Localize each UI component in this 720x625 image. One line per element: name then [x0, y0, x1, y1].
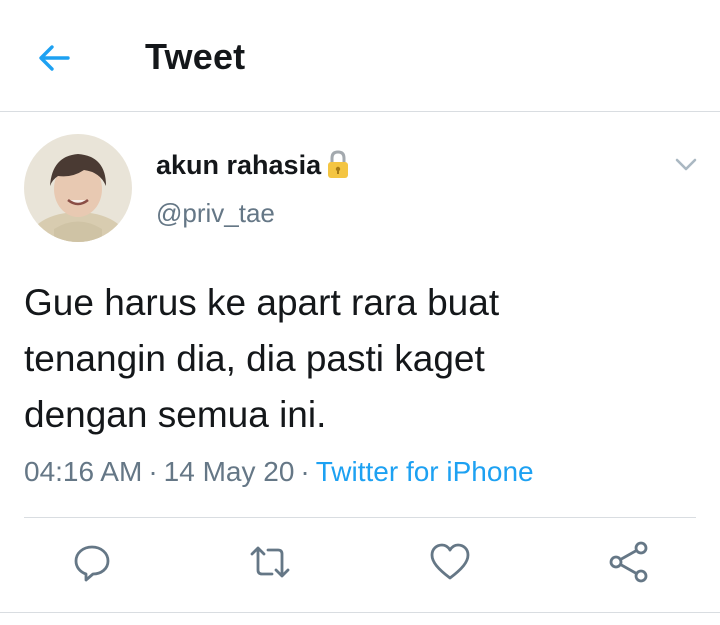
reply-icon — [74, 545, 110, 582]
meta-separator: · — [300, 456, 310, 487]
like-button[interactable] — [428, 540, 472, 584]
tweet-meta: 04:16 AM · 14 May 20 · Twitter for iPhone — [24, 456, 534, 488]
more-options-button[interactable] — [672, 152, 700, 176]
tweet-text: Gue harus ke apart rara buat tenangin di… — [24, 282, 500, 435]
retweet-icon — [250, 546, 290, 578]
author-handle[interactable]: @priv_tae — [156, 198, 275, 229]
divider — [24, 517, 696, 518]
lock-icon — [328, 150, 349, 178]
like-icon — [430, 543, 470, 580]
chevron-down-icon — [675, 158, 697, 171]
app-header: Tweet — [0, 0, 720, 112]
back-arrow-icon — [39, 45, 70, 71]
page-title: Tweet — [145, 36, 246, 77]
profile-avatar — [24, 134, 132, 242]
tweet-date: 14 May 20 — [163, 456, 295, 487]
display-name: akun rahasia — [156, 149, 322, 180]
avatar[interactable] — [24, 134, 132, 242]
retweet-button[interactable] — [248, 540, 292, 584]
meta-separator: · — [148, 456, 158, 487]
reply-button[interactable] — [70, 540, 114, 584]
author-name-row[interactable]: akun rahasia — [156, 149, 351, 181]
share-icon — [609, 541, 648, 583]
tweet-time: 04:16 AM — [24, 456, 143, 487]
tweet-source-link[interactable]: Twitter for iPhone — [316, 456, 534, 487]
action-bar — [0, 540, 720, 592]
share-button[interactable] — [607, 540, 651, 584]
bottom-divider — [0, 612, 720, 613]
back-button[interactable] — [34, 38, 74, 78]
